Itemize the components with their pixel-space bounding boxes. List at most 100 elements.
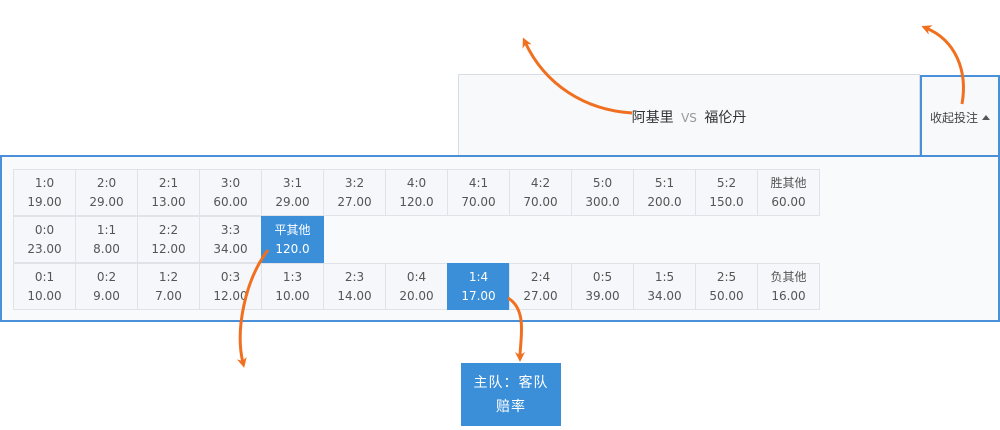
odds-value: 9.00 bbox=[93, 288, 120, 303]
odds-value: 20.00 bbox=[399, 288, 434, 303]
odds-value: 17.00 bbox=[461, 288, 496, 303]
score-label: 1:3 bbox=[282, 269, 303, 284]
score-label: 1:1 bbox=[96, 222, 117, 237]
score-label: 3:2 bbox=[344, 175, 365, 190]
odds-cell[interactable]: 2:1 13.00 bbox=[137, 169, 200, 216]
odds-cell[interactable]: 2:0 29.00 bbox=[75, 169, 138, 216]
odds-value: 200.0 bbox=[647, 194, 682, 209]
odds-cell[interactable]: 5:2 150.0 bbox=[695, 169, 758, 216]
odds-value: 10.00 bbox=[27, 288, 62, 303]
odds-value: 14.00 bbox=[337, 288, 372, 303]
odds-value: 39.00 bbox=[585, 288, 620, 303]
score-label: 4:2 bbox=[530, 175, 551, 190]
odds-value: 12.00 bbox=[213, 288, 248, 303]
odds-cell[interactable]: 3:3 34.00 bbox=[199, 216, 262, 263]
odds-cell[interactable]: 1:5 34.00 bbox=[633, 263, 696, 310]
odds-value: 10.00 bbox=[275, 288, 310, 303]
score-label: 1:0 bbox=[34, 175, 55, 190]
odds-cell[interactable]: 胜其他 60.00 bbox=[757, 169, 820, 216]
odds-value: 13.00 bbox=[151, 194, 186, 209]
odds-cell[interactable]: 2:4 27.00 bbox=[509, 263, 572, 310]
score-label: 1:5 bbox=[654, 269, 675, 284]
odds-cell[interactable]: 0:5 39.00 bbox=[571, 263, 634, 310]
odds-cell[interactable]: 平其他 120.0 bbox=[261, 216, 324, 263]
odds-cell[interactable]: 1:2 7.00 bbox=[137, 263, 200, 310]
odds-cell[interactable]: 2:3 14.00 bbox=[323, 263, 386, 310]
score-odds-panel: 1:0 19.00 2:0 29.00 2:1 13.00 3:0 60.00 3:1 29.00… bbox=[0, 155, 1000, 322]
score-label: 1:2 bbox=[158, 269, 179, 284]
score-label: 平其他 bbox=[274, 222, 311, 237]
score-label: 胜其他 bbox=[770, 175, 807, 190]
score-label: 0:1 bbox=[34, 269, 55, 284]
score-label: 5:2 bbox=[716, 175, 737, 190]
legend-line-1: 主队：客队 bbox=[473, 374, 549, 391]
legend-annotation: 主队：客队 赔率 bbox=[461, 363, 561, 426]
odds-value: 120.0 bbox=[399, 194, 434, 209]
score-label: 2:2 bbox=[158, 222, 179, 237]
odds-cell[interactable]: 1:3 10.00 bbox=[261, 263, 324, 310]
odds-row: 0:0 23.00 1:1 8.00 2:2 12.00 3:3 34.00 平其他 120.0 bbox=[13, 216, 819, 263]
odds-value: 29.00 bbox=[275, 194, 310, 209]
odds-value: 27.00 bbox=[337, 194, 372, 209]
score-label: 2:3 bbox=[344, 269, 365, 284]
match-header: 阿基里 VS 福伦丹 bbox=[458, 74, 920, 156]
odds-value: 60.00 bbox=[213, 194, 248, 209]
odds-cell[interactable]: 0:4 20.00 bbox=[385, 263, 448, 310]
odds-value: 16.00 bbox=[771, 288, 806, 303]
odds-cell[interactable]: 0:2 9.00 bbox=[75, 263, 138, 310]
odds-cell[interactable]: 5:1 200.0 bbox=[633, 169, 696, 216]
odds-cell[interactable]: 负其他 16.00 bbox=[757, 263, 820, 310]
odds-cell[interactable]: 3:1 29.00 bbox=[261, 169, 324, 216]
score-label: 1:4 bbox=[468, 269, 489, 284]
home-team: 阿基里 bbox=[631, 110, 674, 126]
score-label: 4:1 bbox=[468, 175, 489, 190]
score-label: 3:3 bbox=[220, 222, 241, 237]
odds-value: 29.00 bbox=[89, 194, 124, 209]
odds-cell[interactable]: 5:0 300.0 bbox=[571, 169, 634, 216]
score-label: 2:0 bbox=[96, 175, 117, 190]
score-label: 3:1 bbox=[282, 175, 303, 190]
score-label: 5:1 bbox=[654, 175, 675, 190]
score-label: 5:0 bbox=[592, 175, 613, 190]
score-label: 0:3 bbox=[220, 269, 241, 284]
odds-cell[interactable]: 2:2 12.00 bbox=[137, 216, 200, 263]
score-label: 0:5 bbox=[592, 269, 613, 284]
odds-row: 0:1 10.00 0:2 9.00 1:2 7.00 0:3 12.00 1:3 10.00 2:… bbox=[13, 263, 820, 310]
score-label: 0:4 bbox=[406, 269, 427, 284]
odds-row: 1:0 19.00 2:0 29.00 2:1 13.00 3:0 60.00 3:1 29.00… bbox=[13, 169, 820, 216]
odds-cell[interactable]: 1:0 19.00 bbox=[13, 169, 76, 216]
odds-value: 70.00 bbox=[523, 194, 558, 209]
odds-value: 34.00 bbox=[647, 288, 682, 303]
score-label: 2:1 bbox=[158, 175, 179, 190]
vs-label: VS bbox=[681, 111, 697, 125]
odds-cell[interactable]: 4:2 70.00 bbox=[509, 169, 572, 216]
odds-cell[interactable]: 1:1 8.00 bbox=[75, 216, 138, 263]
odds-cell[interactable]: 0:1 10.00 bbox=[13, 263, 76, 310]
odds-value: 8.00 bbox=[93, 241, 120, 256]
odds-cell[interactable]: 3:0 60.00 bbox=[199, 169, 262, 216]
odds-cell[interactable]: 3:2 27.00 bbox=[323, 169, 386, 216]
score-label: 负其他 bbox=[770, 269, 807, 284]
collapse-bets-button[interactable]: 收起投注 bbox=[920, 75, 1000, 157]
score-odds-grid: 1:0 19.00 2:0 29.00 2:1 13.00 3:0 60.00 3:1 29.00… bbox=[13, 169, 820, 310]
odds-value: 19.00 bbox=[27, 194, 62, 209]
collapse-bets-label: 收起投注 bbox=[929, 110, 978, 125]
odds-cell[interactable]: 0:3 12.00 bbox=[199, 263, 262, 310]
odds-value: 300.0 bbox=[585, 194, 620, 209]
odds-cell[interactable]: 4:0 120.0 bbox=[385, 169, 448, 216]
match-title: 阿基里 VS 福伦丹 bbox=[459, 107, 919, 127]
odds-value: 23.00 bbox=[27, 241, 62, 256]
legend-line-2: 赔率 bbox=[496, 398, 526, 415]
score-label: 2:5 bbox=[716, 269, 737, 284]
odds-cell[interactable]: 1:4 17.00 bbox=[447, 263, 510, 310]
odds-cell[interactable]: 0:0 23.00 bbox=[13, 216, 76, 263]
odds-value: 34.00 bbox=[213, 241, 248, 256]
score-label: 2:4 bbox=[530, 269, 551, 284]
odds-value: 120.0 bbox=[275, 241, 310, 256]
odds-value: 70.00 bbox=[461, 194, 496, 209]
score-label: 3:0 bbox=[220, 175, 241, 190]
odds-cell[interactable]: 4:1 70.00 bbox=[447, 169, 510, 216]
odds-cell[interactable]: 2:5 50.00 bbox=[695, 263, 758, 310]
odds-value: 150.0 bbox=[709, 194, 744, 209]
odds-value: 12.00 bbox=[151, 241, 186, 256]
